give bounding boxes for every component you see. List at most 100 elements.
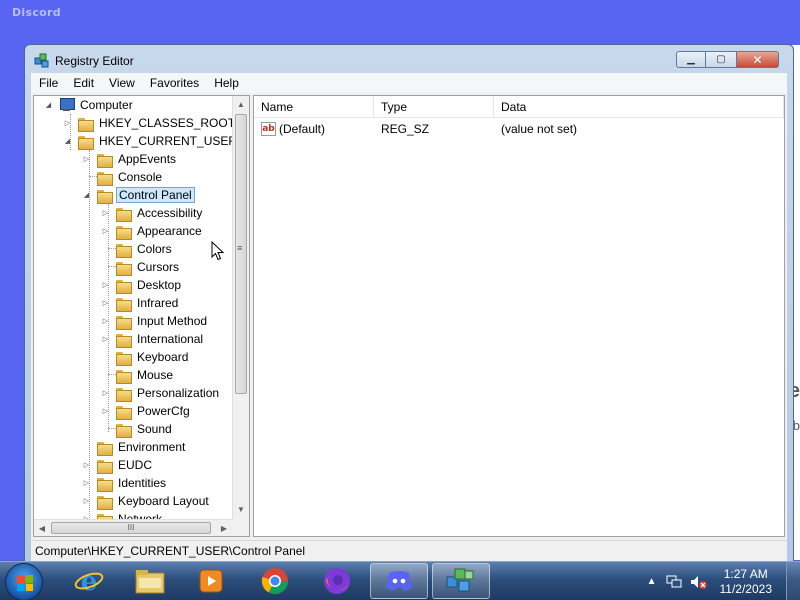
start-button[interactable] [5,563,43,600]
expand-arrow-icon[interactable]: ▷ [101,299,110,308]
taskbar-registry-editor[interactable] [432,563,490,599]
system-tray: ▲ 1:27 AM 11/2/2023 [642,562,800,600]
expand-arrow-icon[interactable]: ▷ [101,209,110,218]
tree-item-label: Environment [118,440,186,454]
folder-icon [115,405,132,420]
client-area: ◢ Computer ▷ HKEY_CLASSES_ROOT ◢ HKEY_CU… [31,93,787,540]
folder-icon [96,459,113,474]
tree-item-label: HKEY_CLASSES_ROOT [99,116,236,130]
show-hidden-icons-icon[interactable]: ▲ [647,576,657,587]
expand-arrow-icon[interactable]: ▷ [82,479,91,488]
tree-item-powercfg[interactable]: ▷ PowerCfg [101,402,192,420]
scroll-down-arrow-icon[interactable]: ▼ [233,501,249,518]
minimize-button[interactable]: ▁ [676,51,706,68]
tree-item-hkey-current-user[interactable]: ◢ HKEY_CURRENT_USER [63,132,239,150]
tree-item-international[interactable]: ▷ International [101,330,205,348]
scroll-up-arrow-icon[interactable]: ▲ [233,96,249,113]
media-player-icon [199,569,223,593]
tree-horizontal-scrollbar[interactable]: ◀ III ▶ [34,519,233,536]
registry-values-list[interactable]: Name Type Data ab (Default) REG_SZ (valu… [253,95,785,537]
column-header-type[interactable]: Type [374,96,494,118]
tree-vertical-scrollbar[interactable]: ▲ ≡ ▼ [232,96,249,519]
taskbar-media-player[interactable] [182,563,240,599]
menu-view[interactable]: View [101,76,142,90]
column-header-name[interactable]: Name [254,96,374,118]
string-value-icon: ab [261,122,276,136]
tree-item-eudc[interactable]: ▷ EUDC [82,456,154,474]
tree-item-keyboard[interactable]: Keyboard [101,348,190,366]
expand-arrow-icon[interactable]: ▷ [82,155,91,164]
close-button[interactable]: ✕ [736,51,779,68]
show-desktop-button[interactable] [786,562,800,600]
folder-icon [115,315,132,330]
clock[interactable]: 1:27 AM 11/2/2023 [720,567,773,597]
scroll-right-arrow-icon[interactable]: ▶ [216,520,232,536]
value-type: REG_SZ [381,122,430,136]
tree-item-colors[interactable]: Colors [101,240,174,258]
collapse-arrow-icon[interactable]: ◢ [82,191,91,200]
tree-item-label: Cursors [137,260,180,274]
tree-item-environment[interactable]: Environment [82,438,187,456]
taskbar-firefox[interactable] [308,563,366,599]
folder-icon [115,261,132,276]
collapse-arrow-icon[interactable]: ◢ [44,101,53,110]
windows-logo-icon [17,575,33,591]
folder-icon [77,117,94,132]
vertical-scroll-thumb[interactable]: ≡ [235,114,247,394]
expand-arrow-icon[interactable]: ▷ [101,389,110,398]
tree-item-control-panel[interactable]: ◢ Control Panel [82,186,195,204]
taskbar-chrome[interactable] [246,563,304,599]
menu-favorites[interactable]: Favorites [142,76,206,90]
network-icon[interactable] [666,575,682,589]
title-bar[interactable]: Registry Editor ▁ ▢ ✕ [25,45,793,73]
tree-item-label: Mouse [137,368,174,382]
taskbar-discord[interactable] [370,563,428,599]
tree-item-label: Identities [118,476,167,490]
expand-arrow-icon[interactable]: ▷ [101,335,110,344]
tree-item-hkey-classes-root[interactable]: ▷ HKEY_CLASSES_ROOT [63,114,237,132]
tree-item-sound[interactable]: Sound [101,420,174,438]
folder-icon [96,153,113,168]
expand-arrow-icon[interactable]: ▷ [101,407,110,416]
maximize-button[interactable]: ▢ [706,51,736,68]
tree-item-mouse[interactable]: Mouse [101,366,175,384]
expand-arrow-icon[interactable]: ▷ [63,119,72,128]
tree-item-input-method[interactable]: ▷ Input Method [101,312,209,330]
tree-item-keyboard-layout[interactable]: ▷ Keyboard Layout [82,492,211,510]
tree-item-label: PowerCfg [137,404,190,418]
tree-item-personalization[interactable]: ▷ Personalization [101,384,221,402]
tree-item-infrared[interactable]: ▷ Infrared [101,294,180,312]
tree-item-cursors[interactable]: Cursors [101,258,181,276]
tree-item-console[interactable]: Console [82,168,164,186]
expand-arrow-icon[interactable]: ▷ [82,461,91,470]
tree-item-label: Personalization [137,386,220,400]
tree-item-appearance[interactable]: ▷ Appearance [101,222,204,240]
caption-buttons: ▁ ▢ ✕ [676,51,779,68]
tree-item-appevents[interactable]: ▷ AppEvents [82,150,178,168]
column-header-data[interactable]: Data [494,96,784,118]
folder-open-icon [96,189,113,204]
collapse-arrow-icon[interactable]: ◢ [63,137,72,146]
menu-help[interactable]: Help [206,76,246,90]
expand-arrow-icon[interactable]: ▷ [101,317,110,326]
horizontal-scroll-thumb[interactable]: III [51,522,211,534]
tree-item-identities[interactable]: ▷ Identities [82,474,168,492]
registry-tree[interactable]: ◢ Computer ▷ HKEY_CLASSES_ROOT ◢ HKEY_CU… [33,95,250,537]
expand-arrow-icon[interactable]: ▷ [101,227,110,236]
folder-icon [115,333,132,348]
tree-item-desktop[interactable]: ▷ Desktop [101,276,183,294]
menu-edit[interactable]: Edit [65,76,101,90]
tree-item-label: Infrared [137,296,179,310]
table-row[interactable]: ab (Default) REG_SZ (value not set) [254,120,784,138]
menu-file[interactable]: File [31,76,65,90]
tree-item-accessibility[interactable]: ▷ Accessibility [101,204,204,222]
taskbar-file-explorer[interactable] [121,563,179,599]
scroll-left-arrow-icon[interactable]: ◀ [34,520,50,536]
expand-arrow-icon[interactable]: ▷ [101,281,110,290]
value-data: (value not set) [501,122,578,136]
taskbar-internet-explorer[interactable]: e [60,563,118,599]
tree-item-computer[interactable]: ◢ Computer [44,96,135,114]
discord-icon [386,571,412,591]
volume-muted-icon[interactable] [690,575,708,589]
expand-arrow-icon[interactable]: ▷ [82,497,91,506]
